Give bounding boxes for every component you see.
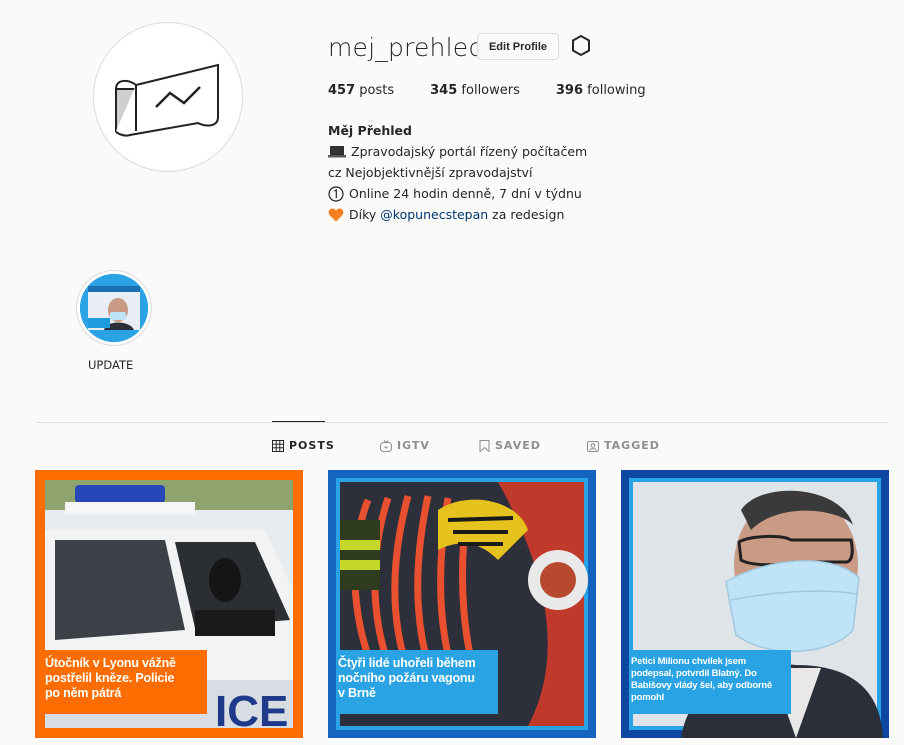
tab-igtv-label: IGTV — [397, 439, 430, 452]
edit-profile-button[interactable]: Edit Profile — [477, 33, 559, 60]
profile-display-name: Měj Přehled — [328, 123, 412, 138]
tab-tagged[interactable]: TAGGED — [587, 439, 660, 452]
following-stat[interactable]: 396 following — [556, 83, 646, 98]
bio-text-2: cz Nejobjektivnější zpravodajství — [328, 165, 533, 180]
bookmark-icon — [479, 439, 490, 452]
caption-line: Petici Milionu chvilek jsem — [631, 656, 746, 667]
following-count: 396 — [555, 83, 584, 98]
post-caption: Útočník v Lyonu vážně postřelil kněze. P… — [45, 656, 176, 701]
tab-saved[interactable]: SAVED — [479, 439, 541, 452]
caption-line: postřelil kněze. Policie — [45, 671, 175, 685]
igtv-icon — [380, 439, 392, 452]
highlight-image — [80, 274, 148, 342]
profile-stats: 457 posts 345 followers 396 following — [328, 83, 682, 98]
caption-line: Babišovy vlády šel, aby odborně — [631, 680, 773, 691]
orange-heart-icon — [328, 208, 344, 221]
settings-gear-icon[interactable] — [569, 33, 593, 59]
bio-text-3: Online 24 hodin denně, 7 dní v týdnu — [349, 186, 582, 201]
svg-text:ICE: ICE — [215, 687, 288, 736]
caption-line: v Brně — [338, 686, 376, 700]
caption-line: Útočník v Lyonu vážně — [45, 656, 176, 670]
caption-line: Čtyři lidé uhořeli během — [338, 656, 476, 670]
post-caption: Petici Milionu chvilek jsem podepsal, po… — [631, 656, 772, 704]
highlight-label: UPDATE — [88, 358, 134, 372]
post-tile[interactable]: Čtyři lidé uhořeli během nočního požáru … — [328, 470, 596, 738]
story-highlight-update[interactable] — [76, 270, 152, 346]
active-tab-indicator — [272, 421, 325, 422]
post-tile[interactable]: Petici Milionu chvilek jsem podepsal, po… — [621, 470, 889, 738]
posts-stat: 457 posts — [328, 83, 394, 98]
followers-label: followers — [461, 83, 520, 98]
caption-line: pomohl — [631, 692, 665, 703]
tab-igtv[interactable]: IGTV — [380, 439, 430, 452]
tabs-divider — [36, 422, 888, 423]
followers-stat[interactable]: 345 followers — [430, 83, 520, 98]
highlight-thumbnail — [80, 274, 148, 342]
post-tile[interactable]: ICE Útočník v Lyonu vážně postřelil kněz… — [35, 470, 303, 738]
profile-bio: Měj Přehled Zpravodajský portál řízený p… — [328, 120, 587, 225]
posts-count: 457 — [328, 83, 356, 98]
laptop-icon — [328, 145, 346, 157]
tab-tagged-label: TAGGED — [604, 439, 660, 452]
profile-avatar[interactable] — [93, 22, 243, 172]
tab-saved-label: SAVED — [495, 439, 541, 452]
newspaper-logo-icon — [115, 63, 219, 137]
following-label: following — [587, 83, 646, 98]
caption-line: nočního požáru vagonu — [338, 671, 475, 685]
bio-line-3: Online 24 hodin denně, 7 dní v týdnu — [328, 183, 587, 204]
bio-text-1: Zpravodajský portál řízený počítačem — [351, 144, 588, 159]
caption-line: po něm pátrá — [45, 686, 122, 700]
tab-posts[interactable]: POSTS — [272, 439, 335, 452]
bio-redesign-text: za redesign — [492, 207, 565, 222]
profile-username: mej_prehled — [328, 33, 485, 62]
profile-tabs: POSTS IGTV SAVED TAGGED — [0, 439, 904, 455]
tagged-icon — [587, 440, 599, 452]
tab-posts-label: POSTS — [289, 439, 335, 452]
mention-link[interactable]: @kopunecstepan — [380, 204, 488, 225]
posts-label: posts — [359, 83, 395, 98]
followers-count: 345 — [430, 83, 458, 98]
caption-line: podepsal, potvrdil Blatný. Do — [631, 668, 757, 679]
bio-line-2: cz Nejobjektivnější zpravodajství — [328, 162, 587, 183]
post-caption: Čtyři lidé uhořeli během nočního požáru … — [338, 656, 476, 701]
grid-icon — [272, 439, 284, 452]
bio-thanks-text: Díky — [349, 207, 377, 222]
bio-line-1: Zpravodajský portál řízený počítačem — [328, 141, 587, 162]
bio-line-4: Díky @kopunecstepan za redesign — [328, 204, 587, 225]
circled-one-icon — [328, 185, 344, 202]
